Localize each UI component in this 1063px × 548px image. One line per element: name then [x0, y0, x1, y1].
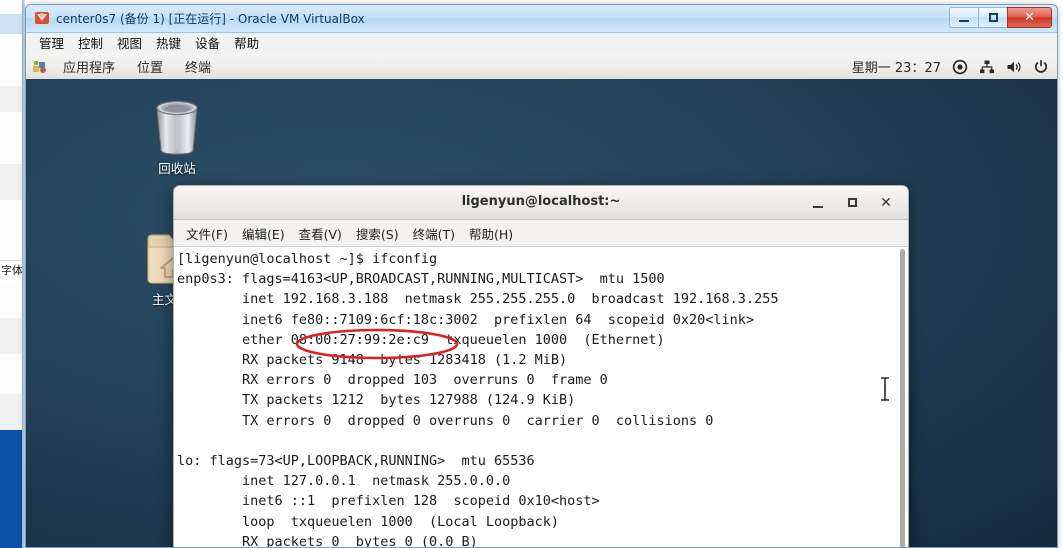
guest-screen: 应用程序 位置 终端 星期一 23：27 回收站 ligenyun@localh…: [26, 54, 1057, 548]
virtualbox-window: center0s7 (备份 1) [正在运行] - Oracle VM Virt…: [25, 4, 1058, 548]
gnome-desktop: 回收站 主文件夹 ligenyun@localhost:~: [26, 79, 1057, 548]
screen-root: ☆ 字体 center0s7 (备份 1) [正在运行] - Oracle VM…: [0, 0, 1063, 548]
terminal-close-button[interactable]: ✕: [878, 195, 894, 211]
vbox-menu-view[interactable]: 视图: [110, 34, 149, 54]
virtualbox-titlebar[interactable]: center0s7 (备份 1) [正在运行] - Oracle VM Virt…: [26, 5, 1057, 33]
virtualbox-close-button[interactable]: ✕: [1007, 7, 1052, 28]
host-row: [0, 34, 22, 61]
virtualbox-menubar: 管理 控制 视图 热键 设备 帮助: [26, 33, 1057, 55]
gnome-top-panel: 应用程序 位置 终端 星期一 23：27: [26, 54, 1057, 80]
term-menu-search[interactable]: 搜索(S): [349, 224, 406, 243]
trash-icon: [156, 100, 198, 155]
term-menu-edit[interactable]: 编辑(E): [235, 224, 292, 243]
text-cursor-ibeam: [881, 377, 889, 401]
desktop-icon-trash-label: 回收站: [158, 161, 196, 176]
host-row: [0, 282, 22, 319]
term-menu-terminal[interactable]: 终端(T): [406, 224, 462, 243]
host-row: [0, 60, 22, 87]
terminal-output-text: [ligenyun@localhost ~]$ ifconfig enp0s3:…: [177, 251, 779, 548]
term-menu-help[interactable]: 帮助(H): [462, 224, 520, 243]
term-menu-view[interactable]: 查看(V): [292, 224, 349, 243]
terminal-titlebar[interactable]: ligenyun@localhost:~ ✕: [174, 186, 908, 220]
host-row: [0, 200, 22, 231]
virtualbox-window-controls: ✕: [949, 7, 1052, 28]
host-row: [0, 86, 22, 113]
volume-icon[interactable]: [1006, 59, 1022, 75]
host-row: [0, 318, 22, 355]
accessibility-icon[interactable]: [952, 59, 968, 75]
gnome-terminal-menu[interactable]: 终端: [174, 57, 222, 76]
terminal-window-controls: ✕: [810, 186, 902, 219]
virtualbox-icon: [34, 10, 50, 26]
vbox-menu-manage[interactable]: 管理: [32, 34, 71, 54]
host-taskbar: [0, 430, 22, 548]
terminal-window: ligenyun@localhost:~ ✕ 文件(F) 编辑(E) 查看(V)…: [173, 185, 909, 548]
terminal-body[interactable]: [ligenyun@localhost ~]$ ifconfig enp0s3:…: [174, 247, 908, 548]
gnome-panel-right: 星期一 23：27: [852, 54, 1049, 79]
gnome-applications-menu[interactable]: 应用程序: [52, 57, 126, 76]
terminal-scrollbar-thumb[interactable]: [900, 249, 905, 547]
network-icon[interactable]: [979, 59, 995, 75]
desktop-icon-trash[interactable]: 回收站: [134, 94, 220, 177]
terminal-window-title: ligenyun@localhost:~: [461, 194, 621, 209]
vbox-menu-hotkey[interactable]: 热键: [149, 34, 188, 54]
vbox-menu-devices[interactable]: 设备: [188, 34, 227, 54]
virtualbox-maximize-button[interactable]: [978, 7, 1007, 28]
vbox-menu-control[interactable]: 控制: [71, 34, 110, 54]
host-row: [0, 354, 22, 395]
gnome-clock[interactable]: 星期一 23：27: [852, 57, 941, 76]
terminal-maximize-button[interactable]: [844, 195, 860, 211]
host-background-sliver: ☆ 字体: [0, 0, 22, 548]
host-row: [0, 0, 22, 15]
vbox-menu-help[interactable]: 帮助: [227, 34, 266, 54]
gnome-panel-left: 应用程序 位置 终端: [26, 57, 222, 76]
host-row: [0, 230, 22, 261]
terminal-menubar: 文件(F) 编辑(E) 查看(V) 搜索(S) 终端(T) 帮助(H): [174, 220, 908, 247]
host-row: [0, 112, 22, 139]
host-row: [0, 164, 22, 201]
host-row: [0, 138, 22, 165]
term-menu-file[interactable]: 文件(F): [179, 224, 235, 243]
terminal-scrollbar[interactable]: [898, 249, 906, 547]
virtualbox-window-title: center0s7 (备份 1) [正在运行] - Oracle VM Virt…: [56, 12, 365, 26]
host-row: [0, 14, 22, 35]
gnome-applications-icon: [32, 59, 48, 75]
virtualbox-minimize-button[interactable]: [949, 7, 978, 28]
host-row: [0, 394, 22, 431]
gnome-places-menu[interactable]: 位置: [126, 57, 174, 76]
terminal-minimize-button[interactable]: [810, 195, 826, 211]
power-icon[interactable]: [1033, 59, 1049, 75]
host-sidebar-label: 字体: [1, 264, 22, 277]
